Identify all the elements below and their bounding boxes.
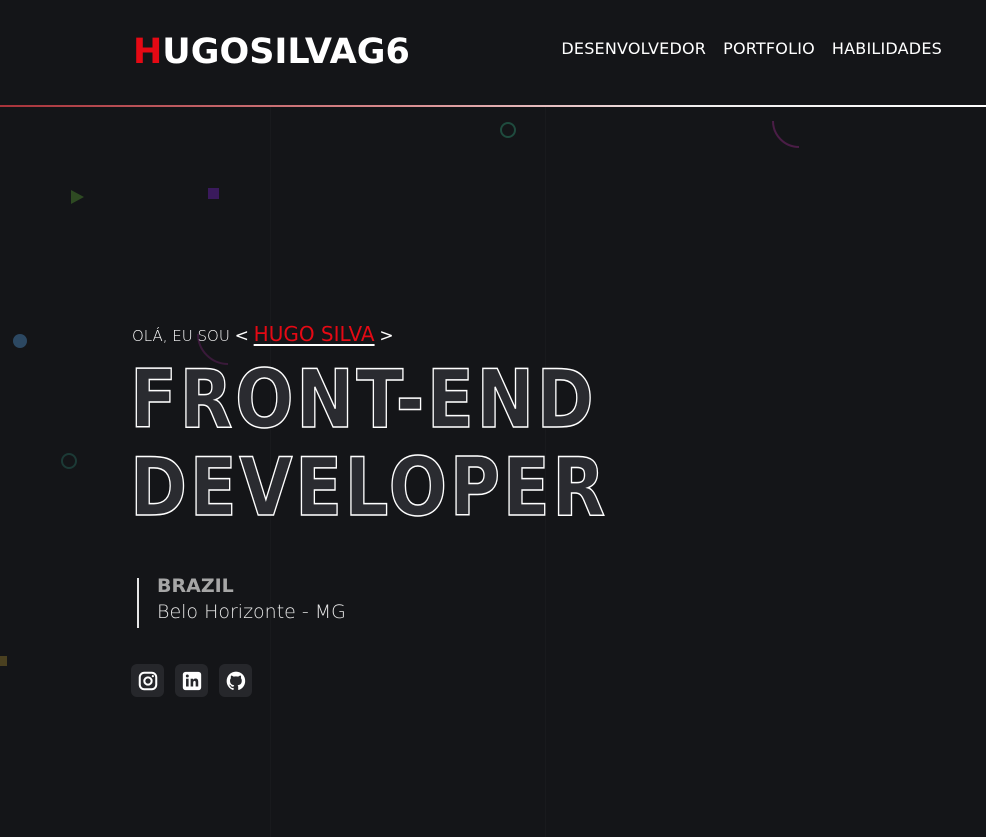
hero-greeting: OLÁ, EU SOU < HUGO SILVA >: [132, 322, 394, 348]
site-header: HUGOSILVAG6 DESENVOLVEDOR PORTFOLIO HABI…: [0, 0, 986, 105]
nav-link-desenvolvedor[interactable]: DESENVOLVEDOR: [561, 38, 706, 60]
close-bracket: >: [379, 326, 394, 346]
github-icon: [226, 671, 245, 690]
decorative-square: [208, 188, 219, 199]
linkedin-icon: [182, 671, 201, 690]
instagram-link[interactable]: [131, 664, 164, 697]
location-block: BRAZIL Belo Horizonte - MG: [137, 575, 346, 628]
decorative-triangle: [71, 190, 84, 204]
decorative-circle: [61, 453, 77, 469]
main-nav: DESENVOLVEDOR PORTFOLIO HABILIDADES: [561, 38, 942, 60]
nav-link-portfolio[interactable]: PORTFOLIO: [723, 38, 815, 60]
github-link[interactable]: [219, 664, 252, 697]
hero-title: FRONT-END DEVELOPER: [129, 353, 608, 534]
decorative-arc: [772, 120, 800, 148]
decorative-circle: [500, 122, 516, 138]
greeting-prefix: OLÁ, EU SOU: [132, 327, 230, 345]
linkedin-link[interactable]: [175, 664, 208, 697]
page: HUGOSILVAG6 DESENVOLVEDOR PORTFOLIO HABI…: [0, 0, 986, 837]
social-links: [131, 664, 252, 697]
nav-link-habilidades[interactable]: HABILIDADES: [832, 38, 942, 60]
decorative-square: [0, 656, 7, 666]
header-divider: [0, 105, 986, 107]
hero-title-line-2: DEVELOPER: [129, 441, 608, 534]
logo[interactable]: HUGOSILVAG6: [133, 30, 410, 74]
hero-title-line-1: FRONT-END: [129, 353, 597, 446]
hero-name-link[interactable]: HUGO SILVA: [254, 322, 375, 346]
instagram-icon: [138, 671, 157, 690]
location-city: Belo Horizonte - MG: [157, 601, 346, 623]
location-country: BRAZIL: [157, 575, 234, 597]
logo-first-letter: H: [133, 32, 163, 72]
open-bracket: <: [234, 326, 249, 346]
decorative-dot: [13, 334, 27, 348]
logo-text: UGOSILVAG6: [162, 32, 410, 72]
